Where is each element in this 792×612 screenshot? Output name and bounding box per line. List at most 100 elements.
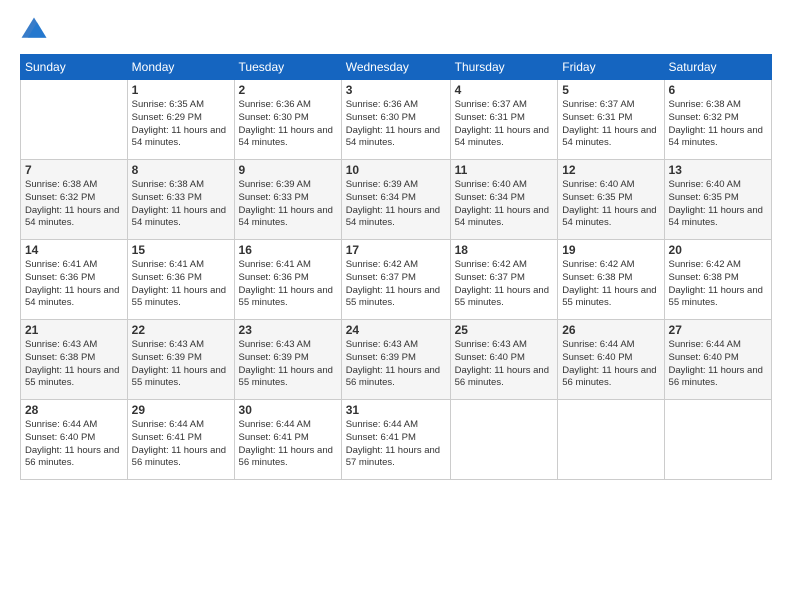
day-number: 1 [132, 83, 230, 97]
day-info: Sunrise: 6:39 AMSunset: 6:34 PMDaylight:… [346, 179, 446, 230]
day-number: 6 [669, 83, 767, 97]
calendar-cell: 18 Sunrise: 6:42 AMSunset: 6:37 PMDayligh… [450, 240, 558, 320]
calendar-cell: 31 Sunrise: 6:44 AMSunset: 6:41 PMDayligh… [341, 400, 450, 480]
day-number: 21 [25, 323, 123, 337]
day-info: Sunrise: 6:41 AMSunset: 6:36 PMDaylight:… [239, 259, 337, 310]
calendar-cell: 13Sunrise: 6:40 AMSunset: 6:35 PMDayligh… [664, 160, 771, 240]
day-info: Sunrise: 6:42 AMSunset: 6:37 PMDaylight:… [455, 259, 554, 310]
calendar-cell: 27Sunrise: 6:44 AMSunset: 6:40 PMDayligh… [664, 320, 771, 400]
col-header-monday: Monday [127, 55, 234, 80]
calendar-cell: 1 Sunrise: 6:35 AMSunset: 6:29 PMDaylight… [127, 80, 234, 160]
calendar-week-5: 28 Sunrise: 6:44 AMSunset: 6:40 PMDayligh… [21, 400, 772, 480]
calendar-cell: 7Sunrise: 6:38 AMSunset: 6:32 PMDaylight… [21, 160, 128, 240]
calendar-cell: 22 Sunrise: 6:43 AMSunset: 6:39 PMDayligh… [127, 320, 234, 400]
day-number: 12 [562, 163, 659, 177]
day-info: Sunrise: 6:43 AMSunset: 6:40 PMDaylight:… [455, 339, 554, 390]
day-info: Sunrise: 6:37 AMSunset: 6:31 PMDaylight:… [562, 99, 659, 150]
day-info: Sunrise: 6:38 AMSunset: 6:32 PMDaylight:… [669, 99, 767, 150]
day-number: 5 [562, 83, 659, 97]
calendar-cell: 14 Sunrise: 6:41 AMSunset: 6:36 PMDayligh… [21, 240, 128, 320]
calendar-cell: 17 Sunrise: 6:42 AMSunset: 6:37 PMDayligh… [341, 240, 450, 320]
calendar-header-row: SundayMondayTuesdayWednesdayThursdayFrid… [21, 55, 772, 80]
calendar-cell: 30 Sunrise: 6:44 AMSunset: 6:41 PMDayligh… [234, 400, 341, 480]
day-info: Sunrise: 6:43 AMSunset: 6:39 PMDaylight:… [346, 339, 446, 390]
calendar-week-2: 7Sunrise: 6:38 AMSunset: 6:32 PMDaylight… [21, 160, 772, 240]
day-number: 18 [455, 243, 554, 257]
day-number: 15 [132, 243, 230, 257]
day-info: Sunrise: 6:43 AMSunset: 6:39 PMDaylight:… [239, 339, 337, 390]
day-number: 27 [669, 323, 767, 337]
page: SundayMondayTuesdayWednesdayThursdayFrid… [0, 0, 792, 612]
day-number: 14 [25, 243, 123, 257]
day-info: Sunrise: 6:35 AMSunset: 6:29 PMDaylight:… [132, 99, 230, 150]
day-number: 22 [132, 323, 230, 337]
header [20, 16, 772, 44]
calendar-cell: 25 Sunrise: 6:43 AMSunset: 6:40 PMDayligh… [450, 320, 558, 400]
calendar-cell: 19 Sunrise: 6:42 AMSunset: 6:38 PMDayligh… [558, 240, 664, 320]
day-info: Sunrise: 6:37 AMSunset: 6:31 PMDaylight:… [455, 99, 554, 150]
calendar-cell: 16 Sunrise: 6:41 AMSunset: 6:36 PMDayligh… [234, 240, 341, 320]
calendar-cell: 23 Sunrise: 6:43 AMSunset: 6:39 PMDayligh… [234, 320, 341, 400]
day-number: 19 [562, 243, 659, 257]
calendar-cell [21, 80, 128, 160]
day-number: 10 [346, 163, 446, 177]
calendar-cell: 3Sunrise: 6:36 AMSunset: 6:30 PMDaylight… [341, 80, 450, 160]
day-info: Sunrise: 6:44 AMSunset: 6:41 PMDaylight:… [346, 419, 446, 470]
calendar-cell: 11Sunrise: 6:40 AMSunset: 6:34 PMDayligh… [450, 160, 558, 240]
day-info: Sunrise: 6:40 AMSunset: 6:35 PMDaylight:… [669, 179, 767, 230]
day-info: Sunrise: 6:44 AMSunset: 6:40 PMDaylight:… [25, 419, 123, 470]
calendar-cell: 2Sunrise: 6:36 AMSunset: 6:30 PMDaylight… [234, 80, 341, 160]
day-number: 29 [132, 403, 230, 417]
day-number: 17 [346, 243, 446, 257]
day-info: Sunrise: 6:36 AMSunset: 6:30 PMDaylight:… [346, 99, 446, 150]
day-info: Sunrise: 6:42 AMSunset: 6:38 PMDaylight:… [669, 259, 767, 310]
col-header-tuesday: Tuesday [234, 55, 341, 80]
day-info: Sunrise: 6:41 AMSunset: 6:36 PMDaylight:… [25, 259, 123, 310]
col-header-wednesday: Wednesday [341, 55, 450, 80]
day-info: Sunrise: 6:44 AMSunset: 6:41 PMDaylight:… [132, 419, 230, 470]
day-number: 23 [239, 323, 337, 337]
day-info: Sunrise: 6:38 AMSunset: 6:33 PMDaylight:… [132, 179, 230, 230]
calendar-cell: 8 Sunrise: 6:38 AMSunset: 6:33 PMDaylight… [127, 160, 234, 240]
day-number: 2 [239, 83, 337, 97]
calendar-cell: 15 Sunrise: 6:41 AMSunset: 6:36 PMDayligh… [127, 240, 234, 320]
day-info: Sunrise: 6:39 AMSunset: 6:33 PMDaylight:… [239, 179, 337, 230]
calendar-table: SundayMondayTuesdayWednesdayThursdayFrid… [20, 54, 772, 480]
calendar-week-1: 1 Sunrise: 6:35 AMSunset: 6:29 PMDaylight… [21, 80, 772, 160]
col-header-friday: Friday [558, 55, 664, 80]
day-number: 4 [455, 83, 554, 97]
day-info: Sunrise: 6:44 AMSunset: 6:40 PMDaylight:… [562, 339, 659, 390]
calendar-cell: 10 Sunrise: 6:39 AMSunset: 6:34 PMDayligh… [341, 160, 450, 240]
calendar-cell: 24 Sunrise: 6:43 AMSunset: 6:39 PMDayligh… [341, 320, 450, 400]
day-number: 24 [346, 323, 446, 337]
calendar-cell: 20Sunrise: 6:42 AMSunset: 6:38 PMDayligh… [664, 240, 771, 320]
day-number: 30 [239, 403, 337, 417]
logo [20, 16, 52, 44]
day-number: 28 [25, 403, 123, 417]
col-header-saturday: Saturday [664, 55, 771, 80]
calendar-cell: 29 Sunrise: 6:44 AMSunset: 6:41 PMDayligh… [127, 400, 234, 480]
calendar-cell [664, 400, 771, 480]
calendar-cell: 4 Sunrise: 6:37 AMSunset: 6:31 PMDaylight… [450, 80, 558, 160]
calendar-cell: 5 Sunrise: 6:37 AMSunset: 6:31 PMDaylight… [558, 80, 664, 160]
day-info: Sunrise: 6:43 AMSunset: 6:39 PMDaylight:… [132, 339, 230, 390]
calendar-cell: 9Sunrise: 6:39 AMSunset: 6:33 PMDaylight… [234, 160, 341, 240]
calendar-cell [450, 400, 558, 480]
day-number: 7 [25, 163, 123, 177]
day-info: Sunrise: 6:44 AMSunset: 6:41 PMDaylight:… [239, 419, 337, 470]
calendar-cell: 6 Sunrise: 6:38 AMSunset: 6:32 PMDaylight… [664, 80, 771, 160]
day-number: 11 [455, 163, 554, 177]
calendar-week-4: 21Sunrise: 6:43 AMSunset: 6:38 PMDayligh… [21, 320, 772, 400]
day-number: 31 [346, 403, 446, 417]
calendar-cell: 12Sunrise: 6:40 AMSunset: 6:35 PMDayligh… [558, 160, 664, 240]
logo-icon [20, 16, 48, 44]
calendar-cell: 26Sunrise: 6:44 AMSunset: 6:40 PMDayligh… [558, 320, 664, 400]
calendar-cell: 28 Sunrise: 6:44 AMSunset: 6:40 PMDayligh… [21, 400, 128, 480]
day-info: Sunrise: 6:42 AMSunset: 6:37 PMDaylight:… [346, 259, 446, 310]
day-number: 8 [132, 163, 230, 177]
day-number: 16 [239, 243, 337, 257]
day-info: Sunrise: 6:41 AMSunset: 6:36 PMDaylight:… [132, 259, 230, 310]
calendar-cell [558, 400, 664, 480]
day-number: 25 [455, 323, 554, 337]
day-info: Sunrise: 6:42 AMSunset: 6:38 PMDaylight:… [562, 259, 659, 310]
